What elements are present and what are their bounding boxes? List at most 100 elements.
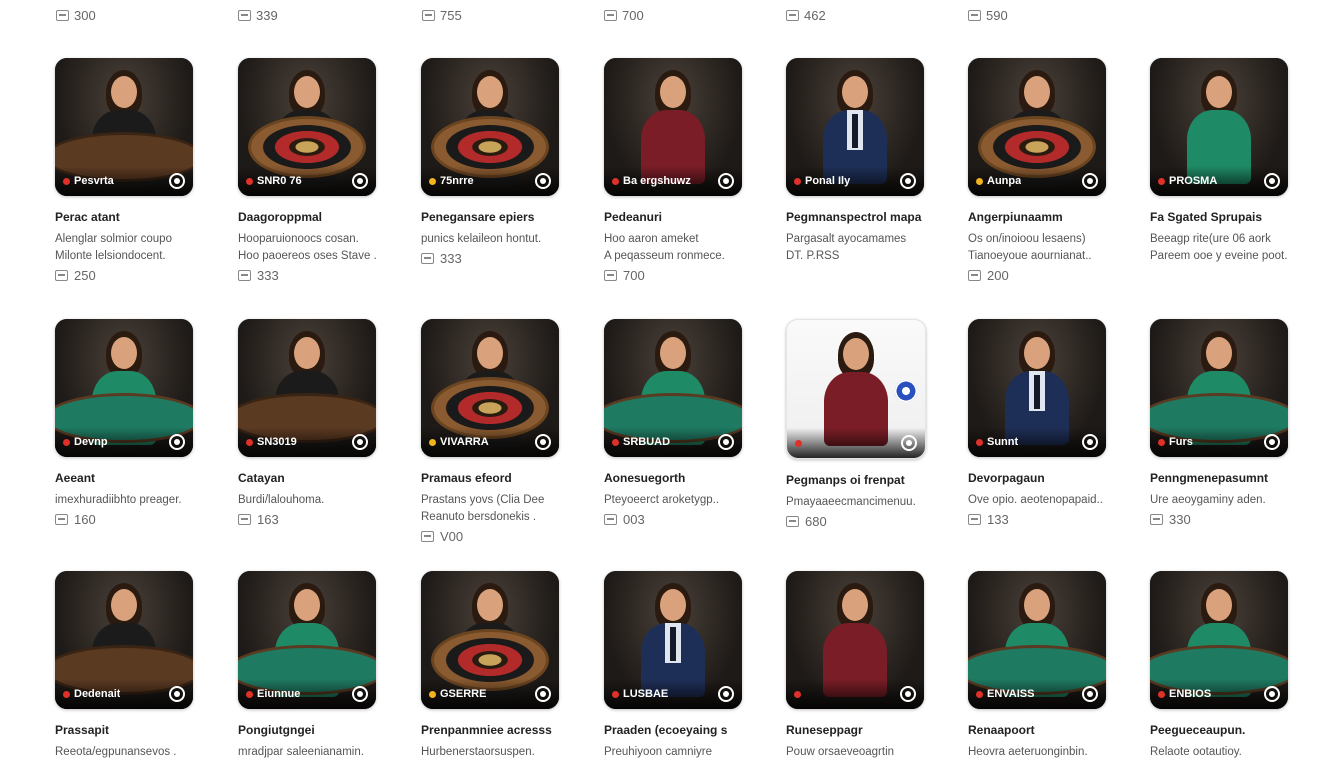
game-card[interactable]: VIVARRA Pramaus efeord Prastans yovs (Clia…: [421, 319, 561, 544]
game-thumbnail[interactable]: SNR0 76: [238, 58, 376, 196]
play-circle-icon[interactable]: [1082, 434, 1098, 450]
play-circle-icon[interactable]: [535, 434, 551, 450]
play-circle-icon[interactable]: [352, 686, 368, 702]
game-card[interactable]: GSERRE Prenpanmniee acresss Hurbenerstaors…: [421, 571, 561, 761]
game-title[interactable]: Renaapoort: [968, 723, 1108, 737]
game-card[interactable]: SN3019 Catayan Burdi/lalouhoma. 163: [238, 319, 378, 527]
game-title[interactable]: Pramaus efeord: [421, 471, 561, 485]
game-title[interactable]: Catayan: [238, 471, 378, 485]
play-circle-icon[interactable]: [1264, 173, 1280, 189]
game-card[interactable]: Pegmanps oi frenpat Pmayaaeecmancimenuu. 6…: [786, 319, 926, 529]
game-thumbnail[interactable]: [786, 319, 926, 459]
game-card[interactable]: 75nrre Penegansare epiers punics kelaileon…: [421, 58, 561, 266]
game-thumbnail[interactable]: Dedenait: [55, 571, 193, 709]
game-title[interactable]: Devorpagaun: [968, 471, 1108, 485]
game-thumbnail[interactable]: Sunnt: [968, 319, 1106, 457]
game-title[interactable]: Angerpiunaamm: [968, 210, 1108, 224]
description-line: Prastans yovs (Clia Dee: [421, 494, 545, 506]
game-card[interactable]: Runeseppagr Pouw orsaeveoagrtin: [786, 571, 926, 761]
game-title[interactable]: Pegmnanspectrol mapa: [786, 210, 926, 224]
game-title[interactable]: Runeseppagr: [786, 723, 926, 737]
game-thumbnail[interactable]: ENVAISS: [968, 571, 1106, 709]
game-card[interactable]: Devnp Aeeant imexhuradiibhto preager. 160: [55, 319, 195, 527]
play-circle-icon[interactable]: [900, 686, 916, 702]
game-title[interactable]: Fa Sgated Sprupais: [1150, 210, 1290, 224]
game-card[interactable]: Ba ergshuwz Pedeanuri Hoo aaron ameket A pe…: [604, 58, 744, 283]
game-card[interactable]: SNR0 76 Daagoroppmal Hooparuionoocs cosan.…: [238, 58, 378, 283]
thumbnail-bar: LUSBAE: [604, 679, 742, 709]
game-title[interactable]: Pongiutgngei: [238, 723, 378, 737]
play-circle-icon[interactable]: [900, 173, 916, 189]
game-thumbnail[interactable]: [786, 571, 924, 709]
game-thumbnail[interactable]: SRBUAD: [604, 319, 742, 457]
game-thumbnail[interactable]: GSERRE: [421, 571, 559, 709]
game-title[interactable]: Pegmanps oi frenpat: [786, 473, 926, 487]
play-circle-icon[interactable]: [1264, 434, 1280, 450]
game-card[interactable]: Furs Penngmenepasumnt Ure aeoygaminy aden.…: [1150, 319, 1290, 527]
game-card[interactable]: ENBIOS Peegueceaupun. Relaote ootautioy.: [1150, 571, 1290, 761]
dealer-head: [111, 589, 137, 621]
game-card[interactable]: Aunpa Angerpiunaamm Os on/inoioou lesaens)…: [968, 58, 1108, 283]
game-thumbnail[interactable]: Eiunnue: [238, 571, 376, 709]
game-title[interactable]: Penngmenepasumnt: [1150, 471, 1290, 485]
description-line: mradjpar saleenianamin.: [238, 746, 364, 758]
play-circle-icon[interactable]: [718, 686, 734, 702]
game-badge-label: Pesvrta: [74, 175, 114, 187]
dealer-tie: [670, 627, 676, 661]
play-circle-icon[interactable]: [1082, 173, 1098, 189]
play-circle-icon[interactable]: [352, 434, 368, 450]
game-thumbnail[interactable]: SN3019: [238, 319, 376, 457]
game-card[interactable]: Eiunnue Pongiutgngei mradjpar saleenianami…: [238, 571, 378, 761]
play-circle-icon[interactable]: [535, 686, 551, 702]
dealer-head: [294, 337, 320, 369]
description-line: Reeota/egpunansevos .: [55, 746, 177, 758]
game-thumbnail[interactable]: Aunpa: [968, 58, 1106, 196]
live-indicator-icon: [612, 177, 619, 185]
thumbnail-bar: Dedenait: [55, 679, 193, 709]
game-thumbnail[interactable]: ENBIOS: [1150, 571, 1288, 709]
game-title[interactable]: Pedeanuri: [604, 210, 744, 224]
game-title[interactable]: Aonesuegorth: [604, 471, 744, 485]
game-thumbnail[interactable]: Furs: [1150, 319, 1288, 457]
dealer-tie: [1034, 375, 1040, 409]
game-title[interactable]: Aeeant: [55, 471, 195, 485]
game-title[interactable]: Daagoroppmal: [238, 210, 378, 224]
game-card[interactable]: SRBUAD Aonesuegorth Pteyoeerct aroketygp..…: [604, 319, 744, 527]
game-card[interactable]: LUSBAE Praaden (ecoeyaing s Preuhiyoon cam…: [604, 571, 744, 761]
game-thumbnail[interactable]: LUSBAE: [604, 571, 742, 709]
play-circle-icon[interactable]: [901, 435, 917, 451]
game-title[interactable]: Peegueceaupun.: [1150, 723, 1290, 737]
play-circle-icon[interactable]: [535, 173, 551, 189]
game-card[interactable]: Sunnt Devorpagaun Ove opio. aeotenopapaid.…: [968, 319, 1108, 527]
game-thumbnail[interactable]: 75nrre: [421, 58, 559, 196]
game-thumbnail[interactable]: Devnp: [55, 319, 193, 457]
game-thumbnail[interactable]: Ponal Ily: [786, 58, 924, 196]
play-circle-icon[interactable]: [169, 434, 185, 450]
play-circle-icon[interactable]: [1082, 686, 1098, 702]
game-title[interactable]: Prassapit: [55, 723, 195, 737]
live-indicator-icon: [612, 438, 619, 446]
game-card[interactable]: Pesvrta Perac atant Alenglar solmior coupo…: [55, 58, 195, 283]
game-thumbnail[interactable]: Ba ergshuwz: [604, 58, 742, 196]
play-circle-icon[interactable]: [718, 173, 734, 189]
game-thumbnail[interactable]: PROSMA: [1150, 58, 1288, 196]
game-title[interactable]: Penegansare epiers: [421, 210, 561, 224]
description-line: Pouw orsaeveoagrtin: [786, 746, 895, 758]
game-thumbnail[interactable]: VIVARRA: [421, 319, 559, 457]
game-title[interactable]: Praaden (ecoeyaing s: [604, 723, 744, 737]
play-circle-icon[interactable]: [718, 434, 734, 450]
live-indicator-icon: [976, 177, 983, 185]
play-circle-icon[interactable]: [352, 173, 368, 189]
play-circle-icon[interactable]: [169, 686, 185, 702]
play-circle-icon[interactable]: [1264, 686, 1280, 702]
game-card[interactable]: Dedenait Prassapit Reeota/egpunansevos .: [55, 571, 195, 761]
game-thumbnail[interactable]: Pesvrta: [55, 58, 193, 196]
game-card[interactable]: PROSMA Fa Sgated Sprupais Beeagp rite(ure …: [1150, 58, 1290, 265]
game-card[interactable]: Ponal Ily Pegmnanspectrol mapa Pargasalt a…: [786, 58, 926, 265]
description-line: Pmayaaeecmancimenuu.: [786, 496, 916, 508]
game-title[interactable]: Perac atant: [55, 210, 195, 224]
game-card[interactable]: ENVAISS Renaapoort Heovra aeteruonginbin.: [968, 571, 1108, 761]
game-badge: Sunnt: [976, 436, 1018, 448]
game-title[interactable]: Prenpanmniee acresss: [421, 723, 561, 737]
play-circle-icon[interactable]: [169, 173, 185, 189]
